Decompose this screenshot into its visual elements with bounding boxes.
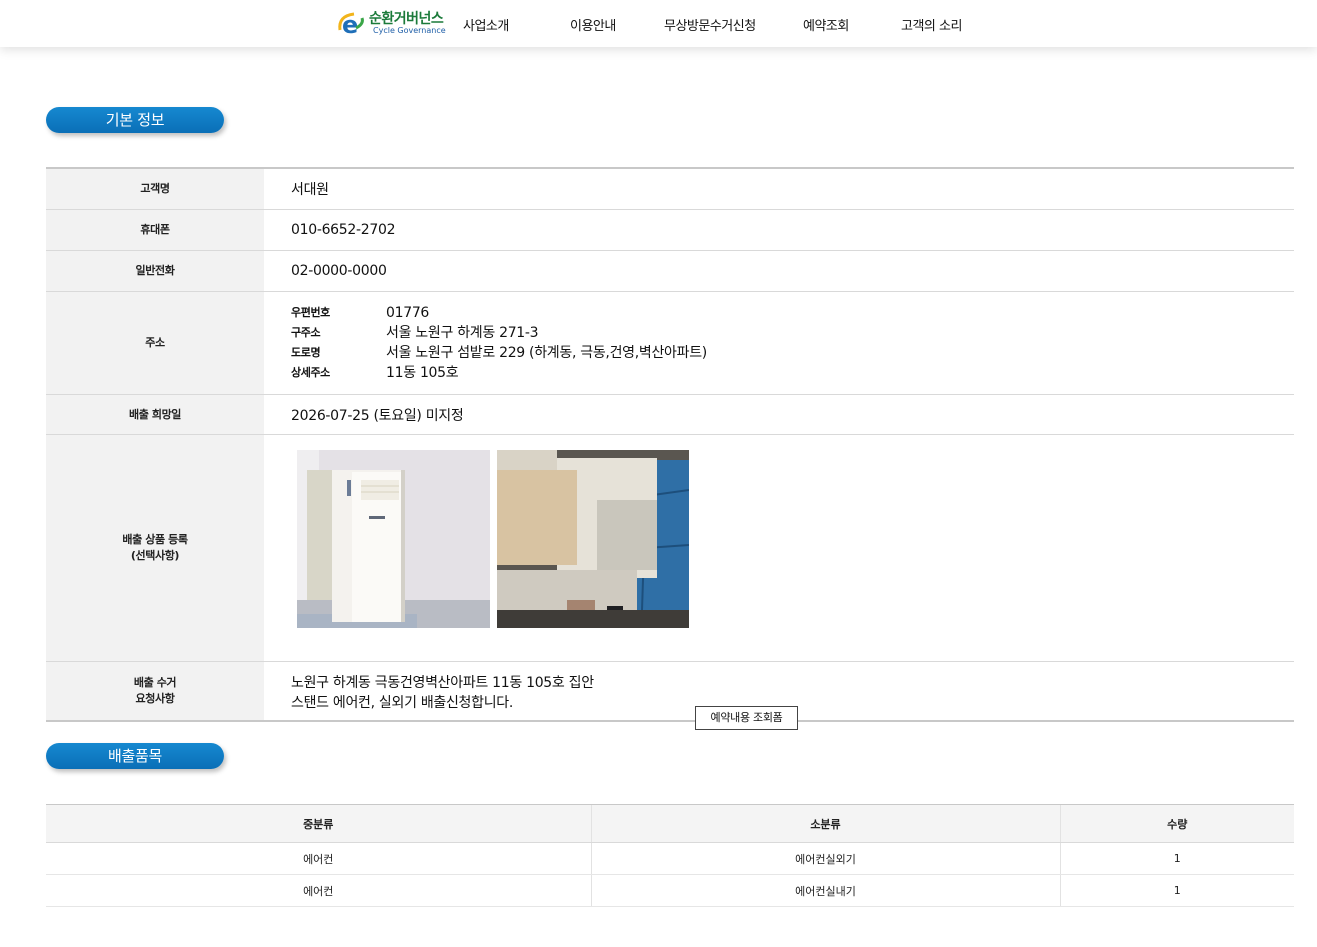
column-quantity: 수량 bbox=[1059, 804, 1294, 843]
product-photo-standing-aircon[interactable] bbox=[297, 450, 490, 628]
logo-english-text: Cycle Governance bbox=[373, 26, 446, 35]
logo[interactable]: e 순환거버넌스 Cycle Governance bbox=[336, 8, 450, 38]
product-photo-outdoor-unit[interactable] bbox=[497, 450, 689, 628]
logo-e-icon: e bbox=[338, 11, 364, 38]
address-grid: 우편번호 01776 구주소 서울 노원구 하계동 271-3 도로명 서울 노… bbox=[291, 303, 707, 383]
road-address-label: 도로명 bbox=[291, 346, 321, 359]
date-value: 2026-07-25 (토요일) 미지정 bbox=[291, 407, 464, 424]
old-address-label: 구주소 bbox=[291, 326, 321, 339]
customer-name-label: 고객명 bbox=[46, 169, 264, 209]
request-row: 배출 수거 요청사항 노원구 하계동 극동건영벽산아파트 11동 105호 집안… bbox=[46, 662, 1294, 722]
item-middle-category: 에어컨 bbox=[46, 842, 591, 875]
date-row: 배출 희망일 2026-07-25 (토요일) 미지정 bbox=[46, 395, 1294, 435]
mobile-label: 휴대폰 bbox=[46, 210, 264, 250]
item-sub-category: 에어컨실외기 bbox=[590, 842, 1060, 875]
customer-name-row: 고객명 서대원 bbox=[46, 169, 1294, 210]
customer-name-value: 서대원 bbox=[291, 182, 329, 198]
address-row: 주소 우편번호 01776 구주소 서울 노원구 하계동 271-3 도로명 서… bbox=[46, 292, 1294, 395]
reservation-lookup-form-button[interactable]: 예약내용 조회폼 bbox=[695, 706, 798, 730]
products-label-line2: (선택사항) bbox=[130, 549, 180, 562]
items-table: 중분류 소분류 수량 에어컨 에어컨실외기 1 에어컨 에어컨실내기 1 bbox=[46, 804, 1294, 907]
request-label-line1: 배출 수거 bbox=[133, 676, 177, 689]
request-label: 배출 수거 요청사항 bbox=[46, 662, 264, 720]
detail-address-label: 상세주소 bbox=[291, 366, 330, 379]
nav-usage-guide[interactable]: 이용안내 bbox=[570, 15, 616, 34]
products-label: 배출 상품 등록 (선택사항) bbox=[46, 435, 264, 661]
phone-row: 일반전화 02-0000-0000 bbox=[46, 251, 1294, 292]
request-label-line2: 요청사항 bbox=[135, 692, 175, 705]
item-sub-category: 에어컨실내기 bbox=[590, 874, 1060, 907]
nav-business-intro[interactable]: 사업소개 bbox=[463, 15, 509, 34]
request-line1: 노원구 하계동 극동건영벽산아파트 11동 105호 집안 bbox=[291, 675, 594, 691]
address-cell: 우편번호 01776 구주소 서울 노원구 하계동 271-3 도로명 서울 노… bbox=[264, 292, 1294, 394]
column-middle-category: 중분류 bbox=[46, 804, 591, 843]
top-navigation-bar: e 순환거버넌스 Cycle Governance 사업소개 이용안내 무상방문… bbox=[0, 0, 1317, 47]
nav-free-pickup-request[interactable]: 무상방문수거신청 bbox=[664, 15, 756, 34]
postal-code-value: 01776 bbox=[386, 305, 430, 321]
basic-info-section-title: 기본 정보 bbox=[46, 107, 224, 133]
request-line2: 스탠드 에어컨, 실외기 배출신청합니다. bbox=[291, 695, 514, 711]
nav-customer-voice[interactable]: 고객의 소리 bbox=[901, 15, 962, 34]
nav-reservation-lookup[interactable]: 예약조회 bbox=[803, 15, 849, 34]
basic-info-table: 고객명 서대원 휴대폰 010-6652-2702 일반전화 02-0000-0… bbox=[46, 167, 1294, 722]
column-sub-category: 소분류 bbox=[590, 804, 1060, 843]
item-middle-category: 에어컨 bbox=[46, 874, 591, 907]
logo-korean-text: 순환거버넌스 bbox=[369, 11, 444, 27]
products-label-line1: 배출 상품 등록 bbox=[122, 533, 188, 546]
items-section-title: 배출품목 bbox=[46, 743, 224, 769]
road-address-value: 서울 노원구 섬밭로 229 (하계동, 극동,건영,벽산아파트) bbox=[386, 345, 707, 361]
phone-value: 02-0000-0000 bbox=[291, 263, 387, 279]
mobile-row: 휴대폰 010-6652-2702 bbox=[46, 210, 1294, 251]
phone-label: 일반전화 bbox=[46, 251, 264, 291]
table-row: 에어컨 에어컨실내기 1 bbox=[46, 874, 1294, 907]
item-quantity: 1 bbox=[1059, 842, 1294, 875]
old-address-value: 서울 노원구 하계동 271-3 bbox=[386, 325, 539, 341]
table-row: 에어컨 에어컨실외기 1 bbox=[46, 842, 1294, 875]
items-header-row: 중분류 소분류 수량 bbox=[46, 804, 1294, 843]
date-label: 배출 희망일 bbox=[46, 395, 264, 434]
svg-text:e: e bbox=[342, 11, 358, 38]
detail-address-value: 11동 105호 bbox=[386, 365, 459, 381]
mobile-value: 010-6652-2702 bbox=[291, 222, 396, 238]
address-label: 주소 bbox=[46, 292, 264, 394]
item-quantity: 1 bbox=[1059, 874, 1294, 907]
postal-code-label: 우편번호 bbox=[291, 306, 330, 319]
